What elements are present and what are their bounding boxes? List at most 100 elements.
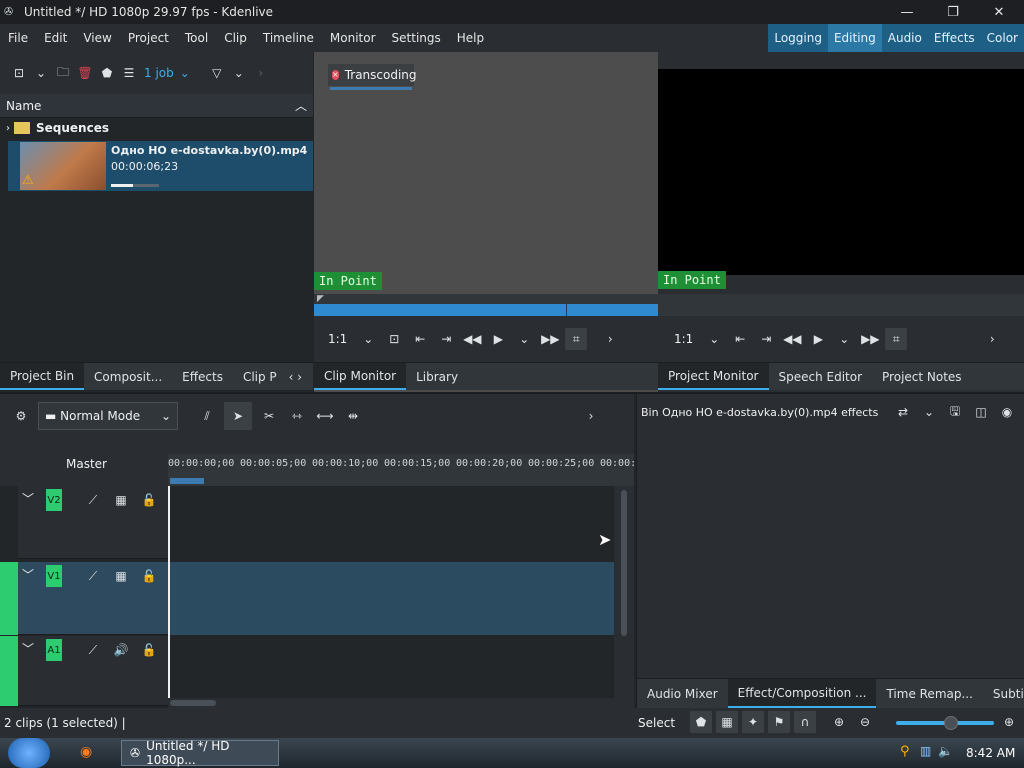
ripple-tool-icon[interactable]: ⟷ (314, 405, 336, 427)
fullscreen-icon[interactable]: ⊡ (383, 328, 405, 350)
lock-icon[interactable]: 🔓 (138, 489, 160, 511)
clock[interactable]: 8:42 AM (966, 746, 1015, 760)
crop-icon[interactable]: ⌗ (885, 328, 908, 350)
edit-mode-select[interactable]: ▬ Normal Mode ⌄ (38, 402, 178, 430)
tray-volume-icon[interactable]: 🔈 (938, 744, 953, 758)
jobs-counter[interactable]: 1 job (144, 66, 174, 80)
effects-wand-icon[interactable]: ⟋ (82, 565, 104, 587)
menu-file[interactable]: File (0, 31, 36, 45)
timeline-ruler[interactable]: 00:00:00;00 00:00:05;00 00:00:10;00 00:0… (168, 454, 642, 486)
name-column-header[interactable]: Name (6, 99, 41, 113)
tab-speech-editor[interactable]: Speech Editor (769, 363, 873, 390)
master-label[interactable]: Master (66, 457, 107, 471)
menu-monitor[interactable]: Monitor (322, 31, 384, 45)
clip-row[interactable]: ⚠ Одно НО e-dostavka.by(0).mp4 00:00:06;… (8, 141, 313, 191)
tab-time-remap[interactable]: Time Remap... (876, 679, 982, 708)
timeline-more-icon[interactable]: › (580, 405, 602, 427)
jobs-chevron-icon[interactable]: ⌄ (174, 62, 196, 84)
menu-clip[interactable]: Clip (216, 31, 255, 45)
lock-icon[interactable]: 🔓 (138, 639, 160, 661)
timeline-settings-icon[interactable]: ⚙ (10, 405, 32, 427)
tab-audio-mixer[interactable]: Audio Mixer (637, 679, 728, 708)
effects-wand-icon[interactable]: ⟋ (82, 489, 104, 511)
play-icon[interactable]: ▶ (487, 328, 509, 350)
expand-arrow-icon[interactable]: › (6, 123, 10, 134)
menu-project[interactable]: Project (120, 31, 177, 45)
tray-search-icon[interactable]: ⚲ (900, 744, 910, 759)
menu-icon[interactable]: ☰ (118, 62, 140, 84)
workspace-editing[interactable]: Editing (827, 24, 882, 52)
zoom-fit-icon[interactable]: ⊕ (828, 711, 850, 733)
rewind-icon[interactable]: ◀◀ (461, 328, 483, 350)
chevron-down-icon[interactable]: ⌄ (918, 401, 940, 423)
effects-wand-icon[interactable]: ⟋ (82, 639, 104, 661)
compare-icon[interactable]: ⇄ (892, 401, 914, 423)
zoom-chevron-icon[interactable]: ⌄ (357, 328, 379, 350)
tag-toggle-icon[interactable]: ⬟ (690, 711, 712, 733)
clip-zone-bar[interactable] (314, 304, 658, 316)
zoom-chevron-icon[interactable]: ⌄ (703, 328, 725, 350)
crop-icon[interactable]: ⌗ (565, 328, 588, 350)
marker-flag-icon[interactable]: ⚑ (768, 711, 790, 733)
thumbnail-toggle-icon[interactable]: ▦ (716, 711, 738, 733)
lock-icon[interactable]: 🔓 (138, 565, 160, 587)
menu-edit[interactable]: Edit (36, 31, 75, 45)
timeline-tracks[interactable]: ➤ (168, 486, 614, 698)
save-stack-icon[interactable]: 🖫 (944, 401, 966, 423)
a1-active-indicator[interactable] (0, 636, 18, 706)
slip-tool-icon[interactable]: ⇿ (286, 405, 308, 427)
cancel-job-icon[interactable]: × (332, 70, 339, 80)
zoom-in-icon[interactable]: ⊕ (998, 711, 1020, 733)
zone-marker[interactable] (170, 478, 204, 484)
firefox-icon[interactable]: ◉ (80, 744, 92, 760)
audio-thumb-icon[interactable]: ✦ (742, 711, 764, 733)
clip-ruler[interactable]: ◤ (314, 294, 658, 304)
forward-icon[interactable]: ▶▶ (859, 328, 881, 350)
collapse-icon[interactable]: ﹀ (22, 566, 34, 583)
tab-clip-monitor[interactable]: Clip Monitor (314, 363, 407, 390)
start-button[interactable] (8, 738, 50, 768)
workspace-color[interactable]: Color (981, 24, 1024, 52)
add-clip-icon[interactable]: ⊡ (8, 62, 30, 84)
collapse-up-icon[interactable]: ︿ (295, 97, 307, 114)
film-icon[interactable]: ▦ (110, 565, 132, 587)
razor-tool-icon[interactable]: ✂ (258, 405, 280, 427)
playhead[interactable] (168, 486, 170, 698)
track-tag-a1[interactable]: A1 (46, 639, 62, 661)
track-lane-v1[interactable] (168, 562, 614, 635)
set-out-icon[interactable]: ⇥ (435, 328, 457, 350)
project-zoom-select[interactable]: 1:1 (674, 332, 693, 346)
tab-project-bin[interactable]: Project Bin (0, 363, 85, 390)
more-chevron-icon[interactable]: › (599, 328, 621, 350)
select-tool-icon[interactable]: ➤ (224, 402, 252, 430)
folder-row[interactable]: › Sequences (0, 118, 313, 138)
menu-help[interactable]: Help (449, 31, 492, 45)
playhead-marker-icon[interactable]: ◤ (317, 294, 324, 304)
delete-icon[interactable]: 🗑 (74, 62, 96, 84)
taskbar-window-button[interactable]: ✇ Untitled */ HD 1080p... (121, 739, 279, 767)
set-in-icon[interactable]: ⇤ (729, 328, 751, 350)
tab-effect-composition[interactable]: Effect/Composition ... (727, 679, 877, 708)
spacer-tool-icon[interactable]: ⫽ (196, 405, 218, 427)
workspace-logging[interactable]: Logging (768, 24, 828, 52)
play-icon[interactable]: ▶ (807, 328, 829, 350)
film-icon[interactable]: ▦ (110, 489, 132, 511)
play-chevron-icon[interactable]: ⌄ (833, 328, 855, 350)
tabs-scroll-icon[interactable]: ‹ › (287, 363, 304, 390)
menu-tool[interactable]: Tool (177, 31, 216, 45)
close-button[interactable]: ✕ (976, 0, 1022, 24)
track-tag-v2[interactable]: V2 (46, 489, 62, 511)
menu-view[interactable]: View (75, 31, 119, 45)
rewind-icon[interactable]: ◀◀ (781, 328, 803, 350)
maximize-button[interactable]: ❐ (930, 0, 976, 24)
filter-chevron-icon[interactable]: ⌄ (228, 62, 250, 84)
more-chevron-icon[interactable]: › (981, 328, 1003, 350)
speaker-icon[interactable]: 🔊 (110, 639, 132, 661)
tray-network-icon[interactable]: ▥ (920, 744, 931, 758)
timeline-hscroll[interactable] (168, 698, 634, 708)
tab-clip-properties[interactable]: Clip P (233, 363, 287, 390)
tab-compositions[interactable]: Composit... (84, 363, 172, 390)
snap-magnet-icon[interactable]: ∩ (794, 711, 816, 733)
zoom-out-icon[interactable]: ⊖ (854, 711, 876, 733)
forward-icon[interactable]: ▶▶ (539, 328, 561, 350)
